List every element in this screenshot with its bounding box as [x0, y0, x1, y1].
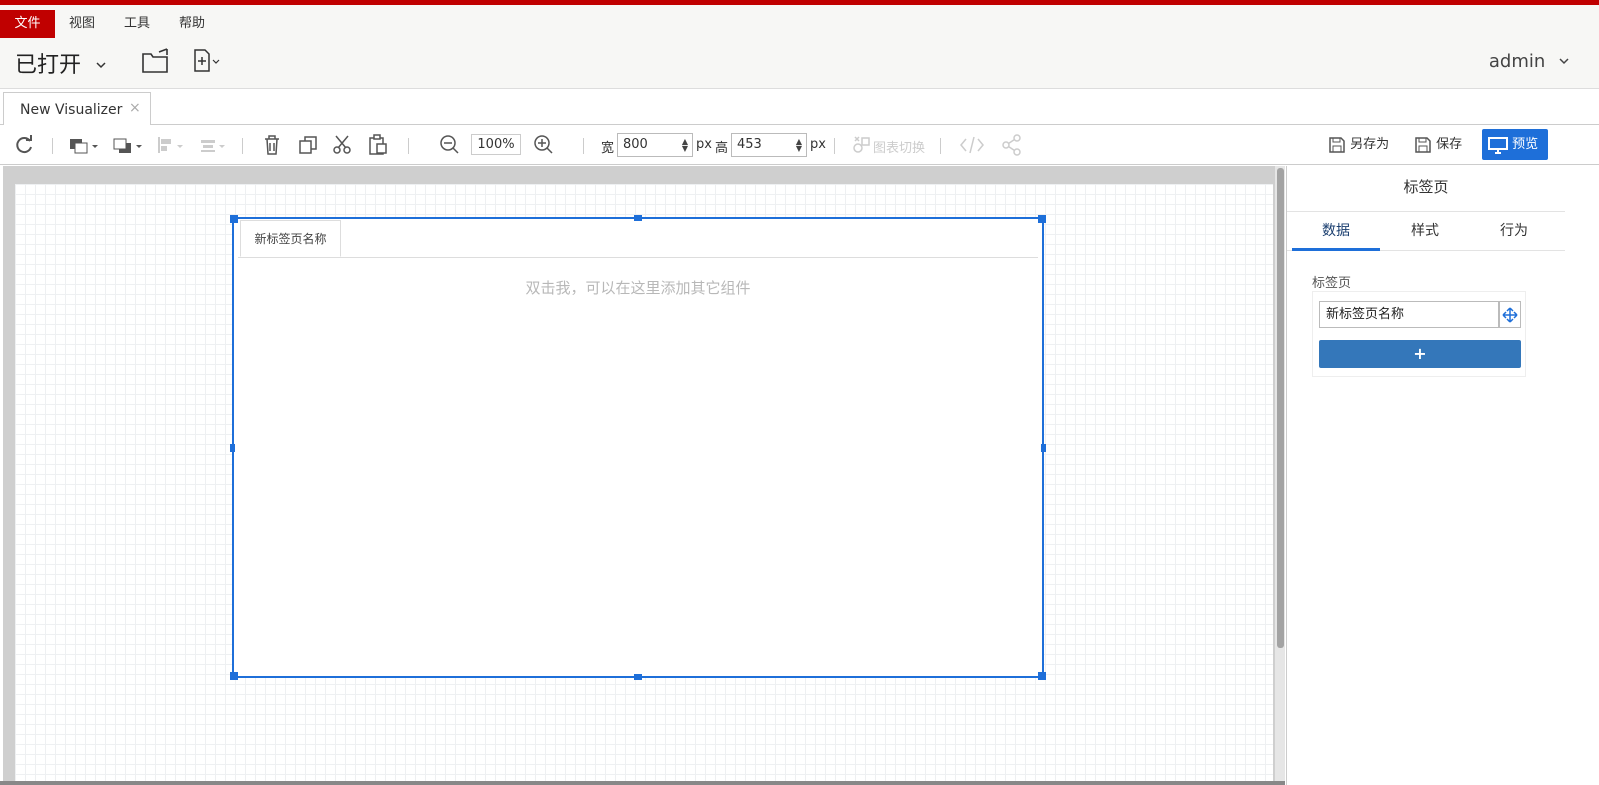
tab-list-box: 新标签页名称 + [1312, 291, 1526, 377]
toolbar-divider [834, 138, 835, 154]
panel-divider [1287, 211, 1565, 212]
drag-arrows-icon [1502, 306, 1518, 323]
menu-tools[interactable]: 工具 [124, 10, 150, 38]
chevron-down-icon [96, 62, 106, 69]
move-icon[interactable] [1499, 301, 1521, 328]
delete-icon[interactable] [262, 133, 282, 157]
monitor-icon [1488, 136, 1508, 154]
open-folder-icon[interactable] [141, 48, 171, 74]
vertical-scrollbar[interactable] [1275, 166, 1285, 785]
save-as-label: 另存为 [1350, 137, 1390, 152]
chart-switch-button[interactable]: 图表切换 [873, 137, 925, 156]
code-icon[interactable] [959, 133, 985, 157]
toolbar-divider [52, 138, 53, 154]
chart-switch-icon[interactable] [852, 133, 872, 157]
add-tab-button[interactable]: + [1319, 340, 1521, 368]
chevron-down-icon [1559, 58, 1569, 65]
spinner-icon[interactable]: ▲ ▼ [682, 138, 688, 153]
app-header: 已打开 admin [0, 39, 1599, 89]
canvas-area: 新标签页名称 双击我，可以在这里添加其它组件 [3, 166, 1285, 785]
width-unit: px [696, 137, 712, 152]
width-input[interactable]: 800 ▲ ▼ [617, 133, 693, 157]
panel-title: 标签页 [1403, 178, 1449, 196]
toolbar-divider [940, 138, 941, 154]
resize-handle[interactable] [1038, 672, 1046, 680]
tab-widget[interactable]: 新标签页名称 双击我，可以在这里添加其它组件 [230, 215, 1046, 680]
paste-icon[interactable] [368, 133, 388, 157]
document-tab[interactable]: New Visualizer × [3, 92, 151, 126]
document-tab-label: New Visualizer [20, 102, 123, 118]
height-label: 高 [715, 141, 729, 156]
height-input[interactable]: 453 ▲ ▼ [731, 133, 807, 157]
section-label: 标签页 [1312, 276, 1352, 291]
send-back-icon[interactable] [112, 133, 146, 157]
width-value: 800 [623, 137, 648, 152]
toolbar-divider [408, 138, 409, 154]
resize-handle[interactable] [1041, 444, 1046, 452]
resize-handle[interactable] [634, 674, 642, 680]
new-file-icon[interactable] [192, 49, 222, 73]
preview-button[interactable]: 预览 [1482, 129, 1548, 160]
spinner-icon[interactable]: ▲ ▼ [796, 138, 802, 153]
opened-dropdown[interactable]: 已打开 [15, 47, 106, 79]
resize-handle[interactable] [230, 444, 235, 452]
copy-icon[interactable] [298, 133, 318, 157]
align-left-icon[interactable] [156, 133, 188, 157]
properties-panel: 标签页 数据 样式 行为 标签页 新标签页名称 + [1286, 166, 1599, 785]
menu-view[interactable]: 视图 [69, 10, 95, 38]
save-as-icon [1329, 136, 1345, 153]
align-center-icon[interactable] [198, 133, 230, 157]
refresh-icon[interactable] [13, 133, 35, 157]
menu-file[interactable]: 文件 [0, 10, 55, 38]
preview-label: 预览 [1512, 137, 1539, 152]
height-unit: px [810, 137, 826, 152]
scrollbar-thumb[interactable] [1277, 168, 1284, 648]
save-as-button[interactable]: 另存为 [1328, 131, 1389, 159]
share-icon[interactable] [1001, 133, 1023, 157]
opened-label: 已打开 [15, 53, 82, 78]
resize-handle[interactable] [230, 672, 238, 680]
zoom-in-icon[interactable] [532, 133, 554, 157]
zoom-level[interactable]: 100% [471, 134, 521, 155]
editor-toolbar: 100% 宽 800 ▲ ▼ px 高 453 ▲ ▼ px 图表切换 另存为 保存 预… [0, 125, 1599, 165]
close-icon[interactable]: × [129, 100, 141, 116]
save-icon [1415, 136, 1431, 153]
tab-data[interactable]: 数据 [1292, 220, 1380, 240]
tab-name-input[interactable]: 新标签页名称 [1319, 301, 1499, 328]
active-tab-indicator [1292, 248, 1380, 251]
visualizer-app: 文件 视图 工具 帮助 已打开 admin New Visualizer × 1… [0, 0, 1599, 785]
document-tab-strip: New Visualizer × [0, 89, 1599, 126]
design-canvas[interactable]: 新标签页名称 双击我，可以在这里添加其它组件 [15, 184, 1273, 785]
horizontal-scrollbar[interactable] [0, 781, 1285, 785]
widget-tab[interactable]: 新标签页名称 [240, 220, 341, 257]
resize-handle[interactable] [634, 215, 642, 221]
save-label: 保存 [1436, 137, 1463, 152]
tab-style[interactable]: 样式 [1381, 220, 1469, 240]
toolbar-divider [242, 138, 243, 154]
zoom-out-icon[interactable] [438, 133, 460, 157]
save-button[interactable]: 保存 [1414, 131, 1462, 159]
width-label: 宽 [601, 141, 615, 156]
height-value: 453 [737, 137, 762, 152]
resize-handle[interactable] [1038, 215, 1046, 223]
menu-help[interactable]: 帮助 [179, 10, 205, 38]
bring-front-icon[interactable] [68, 133, 102, 157]
user-menu[interactable]: admin [1489, 51, 1569, 72]
cut-icon[interactable] [332, 133, 352, 157]
tab-behavior[interactable]: 行为 [1470, 220, 1558, 240]
resize-handle[interactable] [230, 215, 238, 223]
widget-placeholder: 双击我，可以在这里添加其它组件 [525, 279, 751, 297]
menu-bar: 文件 视图 工具 帮助 [0, 5, 1599, 39]
toolbar-divider [583, 138, 584, 154]
user-name: admin [1488, 51, 1546, 72]
widget-tab-divider [238, 257, 1038, 258]
